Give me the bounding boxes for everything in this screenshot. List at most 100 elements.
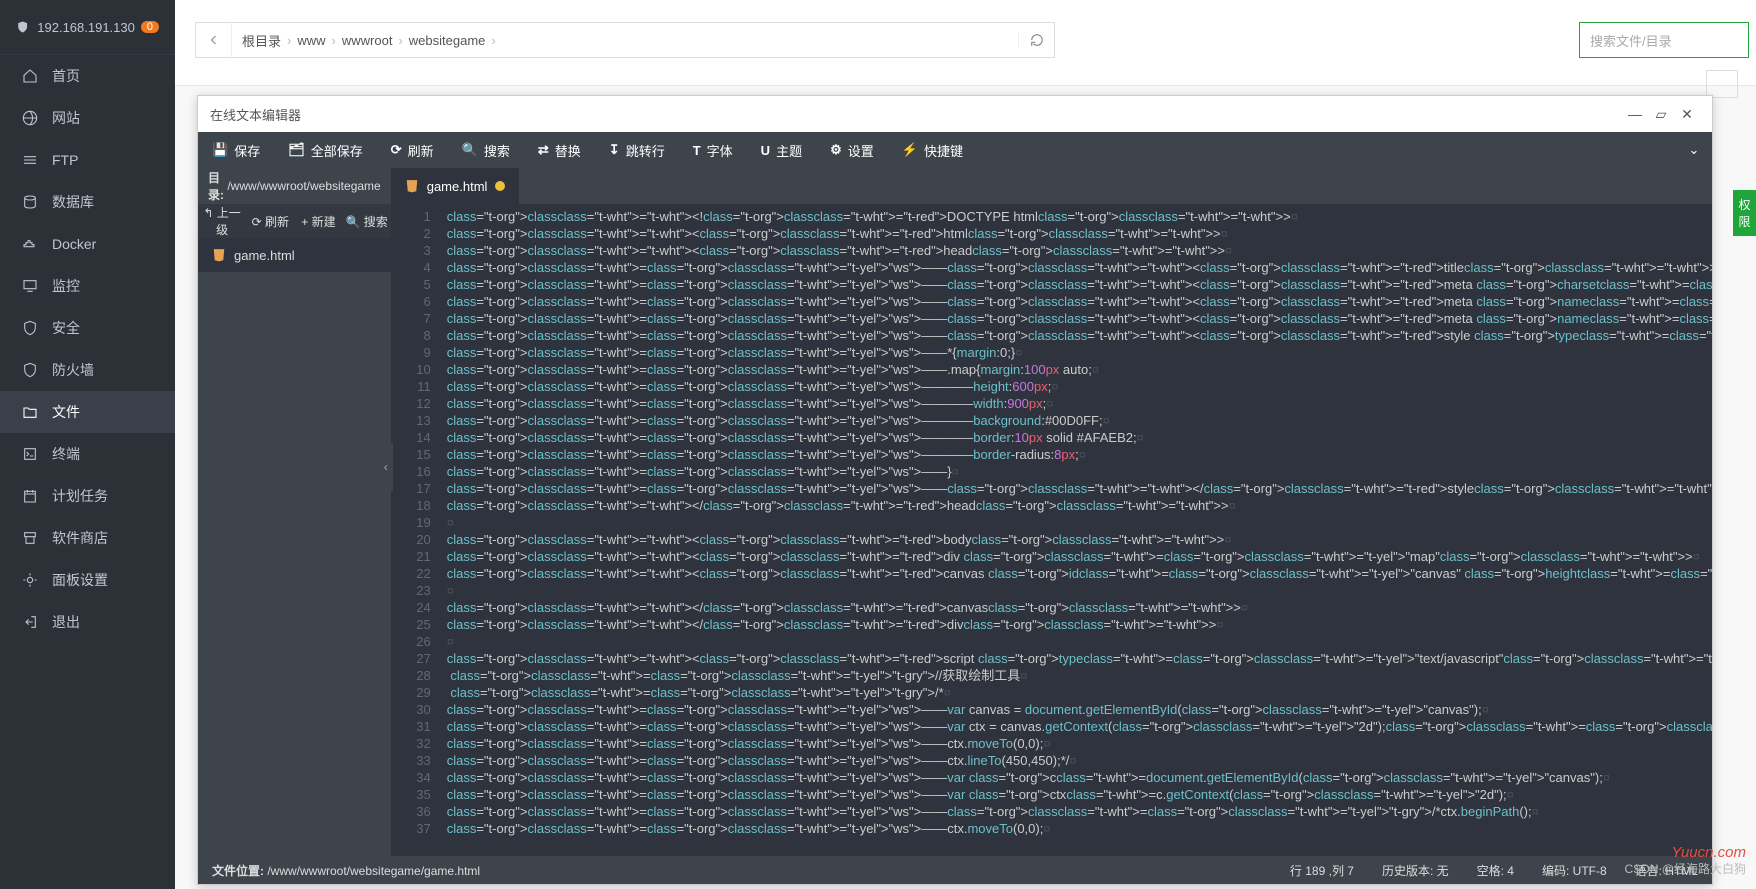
breadcrumb-part[interactable]: wwwroot [342,33,393,48]
maximize-button[interactable]: ▱ [1648,106,1674,123]
status-encoding[interactable]: 编码: UTF-8 [1542,862,1607,879]
sidebar-item-label: 面板设置 [52,570,153,590]
files-icon [22,404,38,420]
sidebar-item-terminal[interactable]: 终端 [0,433,175,475]
search-input[interactable]: 搜索文件/目录 [1579,22,1749,58]
sidebar-item-security[interactable]: 安全 [0,307,175,349]
sidebar-item-label: 文件 [52,402,153,422]
editor-column: ‹ game.html 1234567891011121314151617181… [391,168,1712,856]
breadcrumb-trail[interactable]: 根目录 › www › wwwroot › websitegame › [232,31,1018,50]
server-ip: 192.168.191.130 [37,20,135,35]
sidebar-item-label: 计划任务 [52,486,153,506]
tab-bar: game.html [391,168,1712,204]
sidebar-item-site[interactable]: 网站 [0,97,175,139]
line-gutter: 1234567891011121314151617181920212223242… [391,204,439,856]
toolbar-label: 刷新 [408,141,434,160]
sidebar-item-exit[interactable]: 退出 [0,601,175,643]
file-tree-list: game.html [198,238,391,856]
collapse-handle[interactable]: ‹ [379,443,393,491]
code-lines: class="t-org">classclass="t-wht">="t-wht… [439,204,1712,856]
toolbar-chevron-icon[interactable]: ⌄ [1676,142,1712,158]
filetree-new-button[interactable]: + 新建 [294,213,342,230]
sidebar-item-label: 退出 [52,612,153,632]
docker-icon [22,236,38,252]
toolbar-refresh-button[interactable]: ⟳刷新 [377,141,448,160]
sidebar-item-label: 软件商店 [52,528,153,548]
breadcrumb-part[interactable]: www [297,33,325,48]
toolbar-goto-button[interactable]: ↧ 跳转行 [595,141,679,160]
close-button[interactable]: ✕ [1674,106,1700,123]
toolbar-label: 替换 [555,141,581,160]
unsaved-dot-icon [495,181,505,191]
sidebar-item-label: 首页 [52,66,153,86]
cron-icon [22,488,38,504]
file-tree-ops: ↰ 上一级⟳ 刷新+ 新建🔍 搜索 [198,204,391,238]
sidebar-item-store[interactable]: 软件商店 [0,517,175,559]
sidebar-item-ftp[interactable]: FTP [0,139,175,181]
filetree-item[interactable]: game.html [198,238,391,272]
sidebar-item-label: 网站 [52,108,153,128]
filetree-up-button[interactable]: ↰ 上一级 [198,204,246,238]
toolbar-label: 主题 [776,141,802,160]
code-editor[interactable]: 1234567891011121314151617181920212223242… [391,204,1712,856]
path-value: /www/wwwroot/websitegame [227,179,380,193]
toolbar-label: 字体 [707,141,733,160]
toolbar-save-button[interactable]: 💾保存 [198,141,274,160]
toolbar-saveall-button[interactable]: 🗂全部保存 [274,141,377,160]
minimize-button[interactable]: — [1622,106,1648,122]
monitor-icon [22,278,38,294]
refresh-icon [1030,33,1044,47]
toolbar-shortcut-button[interactable]: ⚡快捷键 [888,141,977,160]
status-position[interactable]: 行 189 ,列 7 [1290,862,1354,879]
notification-badge[interactable]: 0 [141,21,159,33]
breadcrumb-root[interactable]: 根目录 [242,31,281,50]
html5-icon [405,179,419,193]
db-icon [22,194,38,210]
search-icon: 🔍 [462,142,478,158]
saveall-icon: 🗂 [288,142,305,158]
ftp-icon [22,152,38,168]
sidebar-item-monitor[interactable]: 监控 [0,265,175,307]
panel-icon [22,572,38,588]
toolbar-label: 保存 [234,141,260,160]
editor-modal: 在线文本编辑器 — ▱ ✕ 💾保存🗂全部保存⟳刷新🔍搜索⇄替换 ↧ 跳转行 T字体 U主… [197,95,1713,885]
toolbar-replace-button[interactable]: ⇄替换 [524,141,595,160]
up-icon: ↰ [203,206,213,220]
status-lang[interactable]: 语言: HTML [1635,862,1698,879]
sidebar-item-files[interactable]: 文件 [0,391,175,433]
path-label: 目录: [208,169,224,203]
topbar: 根目录 › www › wwwroot › websitegame › 搜索文件… [175,0,1756,86]
permission-label[interactable]: 权限 [1733,190,1756,236]
toolbar-search-button[interactable]: 🔍搜索 [448,141,524,160]
toolbar-font-button[interactable]: T字体 [679,141,747,160]
theme-icon: U [761,143,770,158]
refresh-button[interactable] [1018,33,1054,47]
sidebar-item-docker[interactable]: Docker [0,223,175,265]
goto-icon: ↧ [609,142,620,158]
filetree-search-button[interactable]: 🔍 搜索 [343,213,391,230]
sidebar: 192.168.191.130 0 首页网站 FTP 数据库Docker 监控安全防火… [0,0,175,889]
filetree-refresh-button[interactable]: ⟳ 刷新 [246,213,294,230]
toolbar-settings-button[interactable]: ⚙设置 [816,141,888,160]
sidebar-item-home[interactable]: 首页 [0,55,175,97]
modal-title: 在线文本编辑器 [210,105,301,124]
toolbar-label: 设置 [848,141,874,160]
sidebar-item-label: 监控 [52,276,153,296]
sidebar-item-db[interactable]: 数据库 [0,181,175,223]
toolbar-theme-button[interactable]: U 主题 [747,141,816,160]
trash-button[interactable] [1706,70,1738,98]
tab-game-html[interactable]: game.html [391,168,520,204]
toolbar-label: 快捷键 [924,141,963,160]
status-spaces[interactable]: 空格: 4 [1477,862,1514,879]
sidebar-item-label: FTP [52,152,153,168]
status-history[interactable]: 历史版本: 无 [1382,862,1449,879]
sidebar-item-label: 安全 [52,318,153,338]
back-button[interactable] [196,23,232,57]
sidebar-item-cron[interactable]: 计划任务 [0,475,175,517]
modal-header: 在线文本编辑器 — ▱ ✕ [198,96,1712,132]
status-bar: 文件位置: /www/wwwroot/websitegame/game.html… [198,856,1712,884]
breadcrumb-part[interactable]: websitegame [409,33,486,48]
sidebar-item-firewall[interactable]: 防火墙 [0,349,175,391]
sidebar-item-panel[interactable]: 面板设置 [0,559,175,601]
toolbar-label: 跳转行 [626,141,665,160]
